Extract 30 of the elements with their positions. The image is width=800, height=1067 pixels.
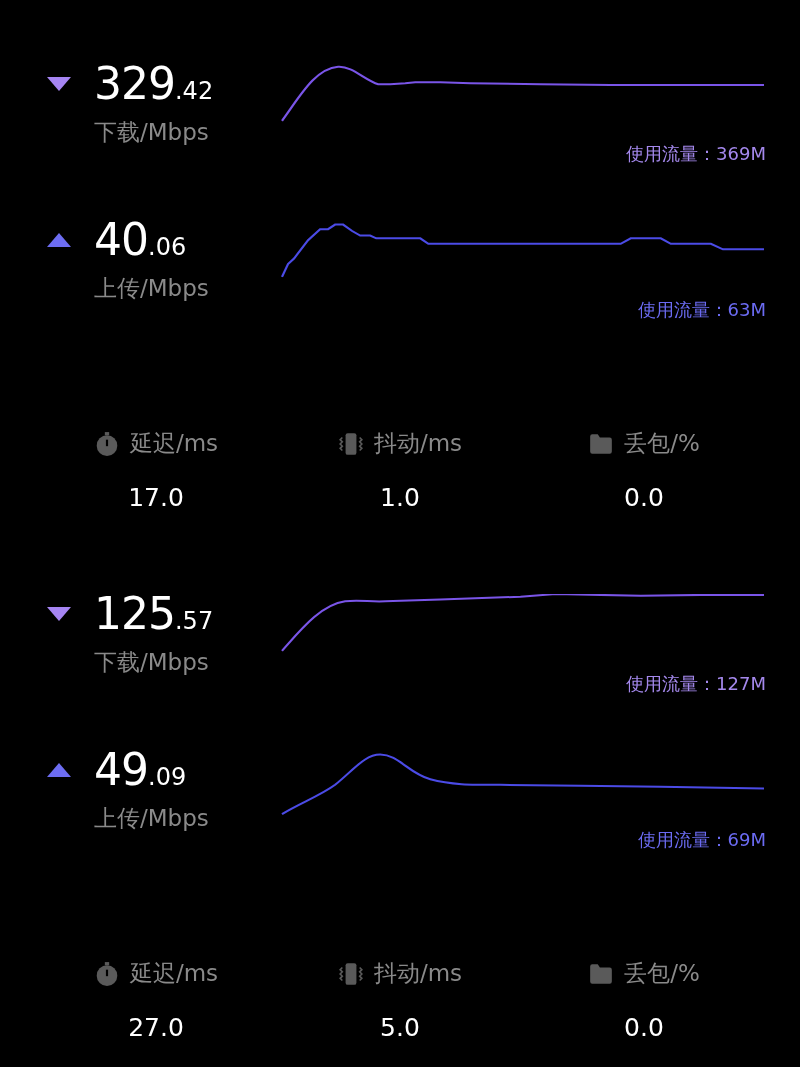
stat-label: 丢包/%	[624, 959, 700, 988]
data-usage-text: 使用流量：63M	[637, 298, 766, 322]
stat-value: 1.0	[380, 483, 420, 512]
data-usage-text: 使用流量：69M	[637, 828, 766, 852]
stat-value: 0.0	[624, 483, 664, 512]
speed-value: 125.57	[94, 588, 214, 639]
vibration-icon	[337, 960, 364, 987]
up-triangle-icon	[46, 761, 72, 778]
stat-label: 延迟/ms	[129, 429, 219, 458]
down-triangle-icon	[46, 75, 72, 92]
stat-label: 抖动/ms	[373, 429, 463, 458]
speed-value: 49.09	[94, 744, 187, 795]
up-triangle-icon	[46, 231, 72, 248]
speed-unit-label: 上传/Mbps	[94, 804, 210, 833]
stat-label: 丢包/%	[624, 429, 700, 458]
speed-value: 329.42	[94, 58, 214, 109]
speed-unit-label: 上传/Mbps	[94, 274, 210, 303]
stat-value: 0.0	[624, 1013, 664, 1042]
data-usage-text: 使用流量：127M	[626, 672, 766, 696]
stat-value: 17.0	[128, 483, 184, 512]
data-usage-text: 使用流量：369M	[626, 142, 766, 166]
down-triangle-icon	[46, 605, 72, 622]
stat-value: 27.0	[128, 1013, 184, 1042]
speed-unit-label: 下载/Mbps	[94, 648, 210, 677]
stat-label: 抖动/ms	[373, 959, 463, 988]
stat-value: 5.0	[380, 1013, 420, 1042]
stat-label: 延迟/ms	[129, 959, 219, 988]
speed-unit-label: 下载/Mbps	[94, 118, 210, 147]
vibration-icon	[337, 430, 364, 457]
speed-value: 40.06	[94, 214, 187, 265]
